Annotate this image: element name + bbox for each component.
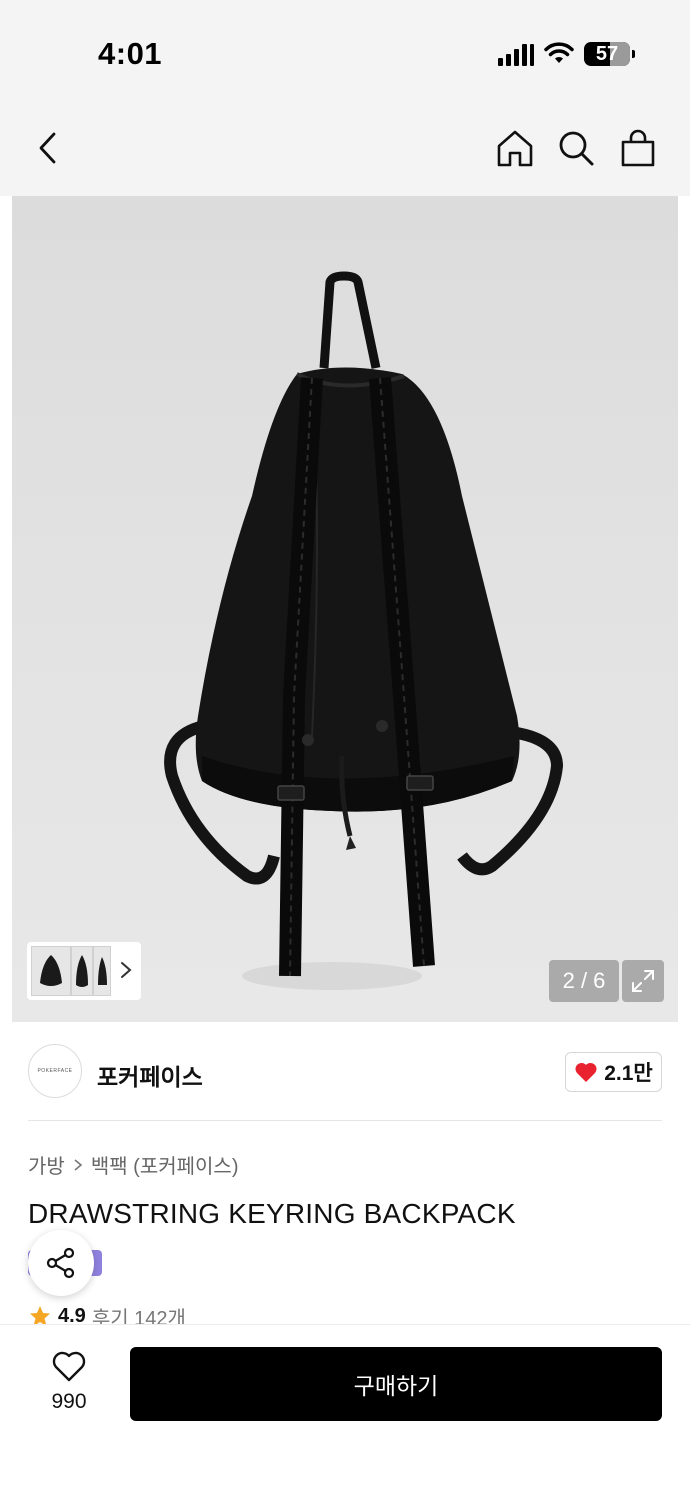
share-button[interactable] xyxy=(28,1230,94,1296)
expand-icon xyxy=(632,970,654,992)
thumbnail-3[interactable] xyxy=(93,946,111,996)
brand-name[interactable]: 포커페이스 xyxy=(97,1058,203,1092)
search-button[interactable] xyxy=(556,128,596,168)
share-icon xyxy=(46,1247,75,1279)
cellular-signal-icon xyxy=(498,42,534,66)
product-title: DRAWSTRING KEYRING BACKPACK xyxy=(28,1198,516,1229)
product-image-gallery[interactable]: 2 / 6 xyxy=(12,196,678,1022)
battery-icon: 57 xyxy=(584,42,635,66)
bottom-action-bar: 990 구매하기 xyxy=(0,1324,690,1500)
heart-outline-icon xyxy=(52,1351,86,1382)
shopping-bag-icon xyxy=(621,129,655,167)
heart-filled-icon xyxy=(575,1062,597,1082)
status-bar: 4:01 57 xyxy=(0,0,690,100)
home-button[interactable] xyxy=(495,128,535,168)
thumbnail-strip[interactable] xyxy=(27,942,141,1000)
thumbnail-2[interactable] xyxy=(71,946,93,996)
home-icon xyxy=(497,130,533,167)
brand-row[interactable]: POKERFACE 포커페이스 2.1만 xyxy=(0,1022,690,1122)
divider xyxy=(28,1120,662,1121)
back-chevron-icon xyxy=(39,132,56,164)
wishlist-count: 990 xyxy=(51,1390,87,1413)
brand-logo-text: POKERFACE xyxy=(37,1068,73,1074)
breadcrumb: 가방 백팩 (포커페이스) xyxy=(28,1150,239,1179)
status-time: 4:01 xyxy=(98,36,163,71)
status-icons: 57 xyxy=(498,42,635,66)
back-button[interactable] xyxy=(28,128,68,168)
breadcrumb-category[interactable]: 가방 xyxy=(28,1150,65,1179)
brand-like-button[interactable]: 2.1만 xyxy=(565,1052,662,1092)
breadcrumb-subcategory[interactable]: 백팩 (포커페이스) xyxy=(91,1150,239,1179)
backpack-image xyxy=(164,271,564,990)
buy-button[interactable]: 구매하기 xyxy=(130,1347,662,1421)
cart-button[interactable] xyxy=(618,128,658,168)
brand-logo[interactable]: POKERFACE xyxy=(28,1044,82,1098)
search-icon xyxy=(559,131,594,166)
expand-image-button[interactable] xyxy=(622,960,664,1002)
brand-like-count: 2.1만 xyxy=(604,1062,653,1085)
chevron-right-icon[interactable] xyxy=(119,960,133,980)
image-page-counter: 2 / 6 xyxy=(549,960,619,1002)
top-navigation-bar xyxy=(0,100,690,196)
battery-level: 57 xyxy=(595,43,619,65)
thumbnail-1[interactable] xyxy=(31,946,71,996)
wifi-icon xyxy=(544,42,574,63)
chevron-right-icon xyxy=(74,1158,83,1171)
wishlist-button[interactable]: 990 xyxy=(40,1349,98,1414)
